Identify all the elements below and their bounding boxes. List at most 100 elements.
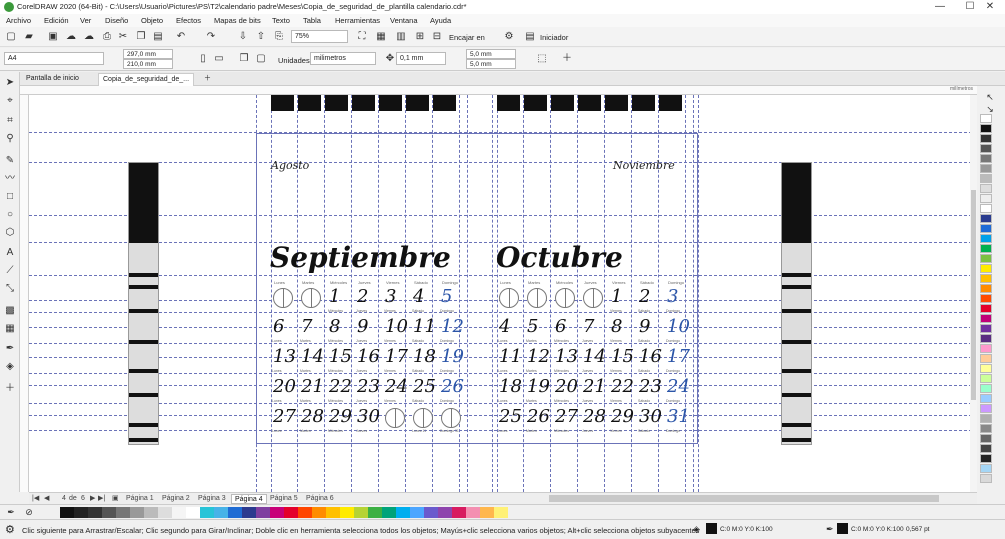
document-palette-swatch[interactable] <box>368 507 382 518</box>
print-icon[interactable]: ⎙ <box>100 30 114 44</box>
guideline-horizontal[interactable] <box>29 275 977 276</box>
palette-swatch[interactable] <box>980 204 992 213</box>
palette-swatch[interactable] <box>980 164 992 173</box>
close-button[interactable]: ✕ <box>975 0 1005 14</box>
document-palette-swatch[interactable] <box>186 507 200 518</box>
parallel-dimension-icon[interactable]: ⟋ <box>3 264 17 278</box>
freehand-tool-icon[interactable]: ✎ <box>3 154 17 168</box>
menu-ver[interactable]: Ver <box>80 16 91 25</box>
treat-as-filled-icon[interactable]: ⬚ <box>535 52 549 66</box>
document-palette-swatch[interactable] <box>214 507 228 518</box>
palette-swatch[interactable] <box>980 154 992 163</box>
crop-tool-icon[interactable]: ⌗ <box>3 114 17 128</box>
grid-icon[interactable]: ⊞ <box>413 30 427 44</box>
page-size-select[interactable]: A4 <box>4 52 104 65</box>
palette-swatch[interactable] <box>980 294 992 303</box>
document-palette-swatch[interactable] <box>480 507 494 518</box>
palette-swatch[interactable] <box>980 304 992 313</box>
export-icon[interactable]: ⇧ <box>254 30 268 44</box>
tab-document[interactable]: Copia_de_seguridad_de_... <box>98 73 194 86</box>
horizontal-ruler[interactable]: milímetros <box>20 86 977 95</box>
palette-swatch[interactable] <box>980 144 992 153</box>
settings-gear-icon[interactable]: ⚙ <box>502 30 516 44</box>
import-icon[interactable]: ⇩ <box>236 30 250 44</box>
vertical-scrollbar[interactable] <box>970 95 977 492</box>
duplicate-y-field[interactable]: 5,0 mm <box>466 59 516 69</box>
palette-swatch[interactable] <box>980 314 992 323</box>
palette-swatch[interactable] <box>980 114 992 123</box>
palette-swatch[interactable] <box>980 404 992 413</box>
redo-icon[interactable]: ↷ <box>204 30 218 44</box>
drawing-canvas[interactable]: Agosto Noviembre Septiembre Octubre Lune… <box>29 95 977 492</box>
menu-ayuda[interactable]: Ayuda <box>430 16 451 25</box>
palette-swatch[interactable] <box>980 384 992 393</box>
menu-edicion[interactable]: Edición <box>44 16 69 25</box>
menu-tabla[interactable]: Tabla <box>303 16 321 25</box>
document-palette-swatch[interactable] <box>326 507 340 518</box>
launch-icon[interactable]: ▤ <box>523 30 537 44</box>
open-folder-icon[interactable]: ▰ <box>22 30 36 44</box>
no-fill-icon[interactable]: ⊘ <box>22 505 36 519</box>
current-page-icon[interactable]: ▢ <box>254 52 268 66</box>
page-tab-3[interactable]: Página 3 <box>195 494 229 504</box>
document-palette-swatch[interactable] <box>130 507 144 518</box>
document-palette-swatch[interactable] <box>312 507 326 518</box>
document-palette-swatch[interactable] <box>228 507 242 518</box>
palette-swatch[interactable] <box>980 414 992 423</box>
palette-swatch[interactable] <box>980 434 992 443</box>
page-tab-2[interactable]: Página 2 <box>159 494 193 504</box>
document-palette-swatch[interactable] <box>88 507 102 518</box>
document-palette-swatch[interactable] <box>256 507 270 518</box>
cut-icon[interactable]: ✂ <box>116 30 130 44</box>
palette-swatch[interactable] <box>980 184 992 193</box>
palette-swatch[interactable] <box>980 394 992 403</box>
guideline-horizontal[interactable] <box>29 132 977 133</box>
palette-swatch[interactable] <box>980 234 992 243</box>
palette-swatch[interactable] <box>980 244 992 253</box>
connector-tool-icon[interactable]: ⤡ <box>3 282 17 296</box>
palette-swatch[interactable] <box>980 214 992 223</box>
full-screen-icon[interactable]: ⛶ <box>355 30 369 44</box>
menu-texto[interactable]: Texto <box>272 16 290 25</box>
pipette-icon[interactable]: ✒ <box>4 505 18 519</box>
cloud-download-icon[interactable]: ☁ <box>82 30 96 44</box>
eyedropper-icon[interactable]: ✒ <box>3 342 17 356</box>
horizontal-scrollbar-thumb[interactable] <box>549 495 939 502</box>
shape-tool-icon[interactable]: ⌖ <box>3 94 17 108</box>
palette-swatch[interactable] <box>980 284 992 293</box>
guidelines-icon[interactable]: ⊟ <box>430 30 444 44</box>
landscape-icon[interactable]: ▭ <box>212 52 226 66</box>
page-tab-5[interactable]: Página 5 <box>267 494 301 504</box>
polygon-tool-icon[interactable]: ⬡ <box>3 226 17 240</box>
document-palette-swatch[interactable] <box>158 507 172 518</box>
transparency-icon[interactable]: ▦ <box>3 322 17 336</box>
last-page-button[interactable]: ▶| <box>95 494 108 504</box>
text-tool-icon[interactable]: A <box>3 246 17 260</box>
menu-diseno[interactable]: Diseño <box>105 16 128 25</box>
add-tab-button[interactable]: ＋ <box>200 73 215 86</box>
vertical-ruler[interactable] <box>20 95 29 492</box>
document-palette-swatch[interactable] <box>102 507 116 518</box>
page-tab-6[interactable]: Página 6 <box>303 494 337 504</box>
palette-swatch[interactable] <box>980 364 992 373</box>
guideline-vertical[interactable] <box>698 95 699 492</box>
palette-swatch[interactable] <box>980 264 992 273</box>
settings-gear-icon[interactable]: ⚙ <box>5 523 15 536</box>
save-icon[interactable]: ▣ <box>46 30 60 44</box>
document-palette-swatch[interactable] <box>396 507 410 518</box>
guideline-vertical[interactable] <box>256 95 257 492</box>
guideline-vertical[interactable] <box>467 95 468 492</box>
zoom-tool-icon[interactable]: ⚲ <box>3 132 17 146</box>
add-icon[interactable]: ＋ <box>560 52 574 66</box>
pick-tool-icon[interactable]: ➤ <box>3 76 17 90</box>
palette-swatch[interactable] <box>980 224 992 233</box>
snap-to-dropdown[interactable]: Encajar en <box>449 33 485 42</box>
document-palette-swatch[interactable] <box>116 507 130 518</box>
wireframe-icon[interactable]: ▦ <box>374 30 388 44</box>
document-palette-swatch[interactable] <box>424 507 438 518</box>
undo-icon[interactable]: ↶ <box>174 30 188 44</box>
document-palette-swatch[interactable] <box>382 507 396 518</box>
new-document-icon[interactable]: ▢ <box>4 30 18 44</box>
document-palette-swatch[interactable] <box>494 507 508 518</box>
interactive-fill-icon[interactable]: ◈ <box>3 360 17 374</box>
